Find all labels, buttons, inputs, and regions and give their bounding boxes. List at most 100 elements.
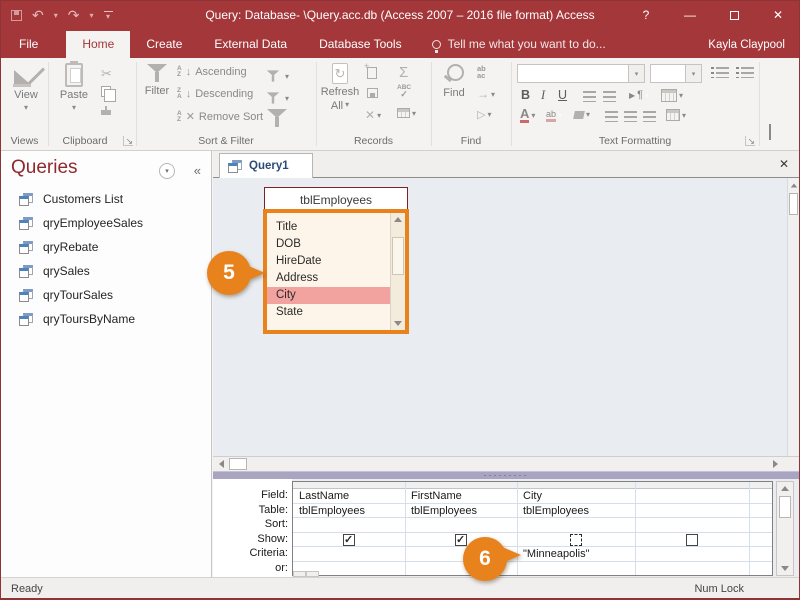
tab-home[interactable]: Home xyxy=(66,31,131,58)
remove-sort-button[interactable]: AZ ✕ Remove Sort xyxy=(177,110,263,123)
maximize-button[interactable] xyxy=(717,1,751,29)
show-checkbox-3[interactable] xyxy=(570,533,582,546)
field-cell[interactable] xyxy=(635,489,749,504)
nav-item-qryrebate[interactable]: qryRebate xyxy=(1,235,211,259)
tab-query1[interactable]: Query1 xyxy=(219,153,313,178)
nav-collapse-button[interactable]: « xyxy=(194,163,201,178)
tab-create[interactable]: Create xyxy=(130,31,198,58)
clipboard-dialog-launcher[interactable]: ↘ xyxy=(123,136,133,146)
scroll-down-icon[interactable] xyxy=(391,317,405,330)
design-pane-vscrollbar[interactable] xyxy=(787,178,799,456)
criteria-cell[interactable] xyxy=(293,547,405,562)
scrollbar-thumb[interactable] xyxy=(392,237,404,275)
account-name[interactable]: Kayla Claypool xyxy=(694,33,799,58)
ascending-button[interactable]: AZ ↓ Ascending xyxy=(177,65,247,78)
minimize-button[interactable]: — xyxy=(673,1,707,29)
grid-vscrollbar[interactable] xyxy=(776,481,794,576)
nav-dropdown-button[interactable]: ▾ xyxy=(159,163,175,179)
copy-button[interactable] xyxy=(101,86,116,102)
save-record-button[interactable] xyxy=(367,88,378,98)
field-item-state[interactable]: State xyxy=(267,304,390,321)
text-direction-button[interactable]: ▶ ¶ ▾ xyxy=(629,89,649,101)
show-checkbox-1[interactable] xyxy=(343,533,355,546)
replace-button[interactable]: ab ac xyxy=(477,65,486,80)
sort-cell[interactable] xyxy=(635,518,749,533)
font-color-button[interactable]: A ▾ xyxy=(520,107,535,123)
italic-button[interactable]: I xyxy=(541,88,545,103)
sort-cell[interactable] xyxy=(405,518,517,533)
more-records-button[interactable]: ▾ xyxy=(397,108,416,118)
filter-button[interactable]: Filter xyxy=(140,63,174,97)
criteria-cell[interactable] xyxy=(635,547,749,562)
decrease-indent-button[interactable] xyxy=(603,91,616,102)
new-record-button[interactable] xyxy=(364,61,377,79)
scroll-left-icon[interactable] xyxy=(213,457,229,471)
descending-button[interactable]: ZA ↓ Descending xyxy=(177,87,253,100)
field-item-dob[interactable]: DOB xyxy=(267,236,390,253)
field-item-address[interactable]: Address xyxy=(267,270,390,287)
font-name-combo[interactable]: ▾ xyxy=(517,64,645,83)
scroll-up-icon[interactable] xyxy=(777,482,793,495)
nav-item-qrysales[interactable]: qrySales xyxy=(1,259,211,283)
tell-me-box[interactable]: Tell me what you want to do... xyxy=(418,31,620,58)
align-left-button[interactable] xyxy=(605,111,618,122)
or-cell[interactable] xyxy=(517,562,635,577)
show-checkbox-4[interactable] xyxy=(686,533,698,546)
increase-indent-button[interactable] xyxy=(583,91,596,102)
field-cell[interactable]: LastName xyxy=(293,489,405,504)
tab-external-data[interactable]: External Data xyxy=(198,31,303,58)
bullets-button[interactable] xyxy=(711,67,729,78)
close-object-icon[interactable]: ✕ xyxy=(779,157,789,171)
field-cell[interactable]: FirstName xyxy=(405,489,517,504)
nav-item-customers-list[interactable]: Customers List xyxy=(1,187,211,211)
spelling-button[interactable]: ABC ✓ xyxy=(397,84,411,98)
paste-button[interactable]: Paste ▾ xyxy=(55,61,93,112)
tab-file[interactable]: File xyxy=(1,31,54,58)
scroll-up-icon[interactable] xyxy=(391,213,405,226)
select-button[interactable]: ▷ ▾ xyxy=(477,108,491,121)
text-formatting-dialog-launcher[interactable]: ↘ xyxy=(745,136,755,146)
field-list-scrollbar[interactable] xyxy=(390,213,405,330)
nav-item-qrytoursbyname[interactable]: qryToursByName xyxy=(1,307,211,331)
sort-cell[interactable] xyxy=(517,518,635,533)
grid-column-header-strip[interactable] xyxy=(293,482,772,489)
field-cell[interactable]: City xyxy=(517,489,635,504)
font-size-combo[interactable]: ▾ xyxy=(650,64,702,83)
nav-item-qrytoursales[interactable]: qryTourSales xyxy=(1,283,211,307)
field-item-hiredate[interactable]: HireDate xyxy=(267,253,390,270)
scroll-right-icon[interactable] xyxy=(767,457,783,471)
nav-item-qryemployeesales[interactable]: qryEmployeeSales xyxy=(1,211,211,235)
refresh-all-button[interactable]: ↻ Refresh All ▾ xyxy=(319,63,361,112)
scrollbar-thumb[interactable] xyxy=(789,193,798,215)
underline-button[interactable]: U xyxy=(558,88,567,102)
help-button[interactable]: ? xyxy=(629,1,663,29)
cell-effects-button[interactable]: ▾ xyxy=(666,109,686,121)
scrollbar-thumb[interactable] xyxy=(779,496,791,518)
table-cell[interactable] xyxy=(635,504,749,519)
table-cell[interactable]: tblEmployees xyxy=(293,504,405,519)
fill-color-button[interactable]: ▾ xyxy=(573,110,590,119)
or-cell[interactable] xyxy=(635,562,749,577)
collapse-ribbon-button[interactable] xyxy=(769,124,771,140)
pane-splitter[interactable]: ········· xyxy=(213,471,799,480)
delete-record-button[interactable]: ✕ ▾ xyxy=(365,108,381,122)
table-cell[interactable]: tblEmployees xyxy=(405,504,517,519)
sort-cell[interactable] xyxy=(293,518,405,533)
view-button[interactable]: View ▾ xyxy=(7,63,46,112)
selection-button[interactable]: ▾ xyxy=(263,66,289,86)
highlight-button[interactable]: ab ▾ xyxy=(546,109,562,122)
field-item-city-selected[interactable]: City xyxy=(267,287,390,304)
criteria-cell-minneapolis[interactable]: "Minneapolis" xyxy=(517,547,635,562)
toggle-filter-button[interactable] xyxy=(267,108,287,128)
find-button[interactable]: Find xyxy=(437,63,471,99)
bold-button[interactable]: B xyxy=(521,88,530,102)
scroll-up-icon[interactable] xyxy=(788,178,799,192)
close-button[interactable]: ✕ xyxy=(761,1,795,29)
scrollbar-thumb[interactable] xyxy=(229,458,247,470)
numbering-button[interactable] xyxy=(736,67,754,78)
totals-button[interactable]: Σ xyxy=(399,64,408,81)
design-pane-hscrollbar[interactable] xyxy=(213,456,799,471)
goto-button[interactable]: → ▾ xyxy=(477,87,495,101)
align-right-button[interactable] xyxy=(643,111,656,122)
table-cell[interactable]: tblEmployees xyxy=(517,504,635,519)
